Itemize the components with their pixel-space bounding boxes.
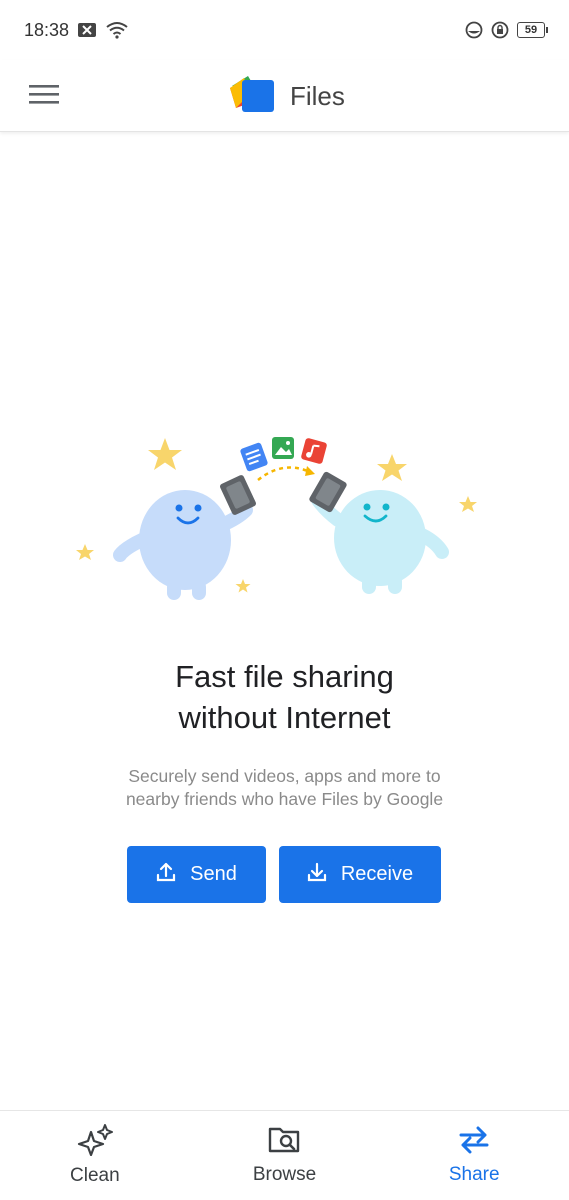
sparkle-icon [76,1124,114,1161]
rotation-lock-icon [491,21,509,39]
do-not-disturb-icon [465,21,483,39]
battery-level: 59 [524,24,538,36]
nav-label-share: Share [448,1164,500,1185]
send-button[interactable]: Send [127,846,266,903]
upload-icon [156,862,176,888]
status-bar: 18:38 59 [0,0,569,60]
share-illustration [70,430,490,600]
close-notification-icon [77,22,97,38]
wifi-icon [105,21,129,39]
bottom-navigation: Clean Browse Share [0,1110,569,1200]
clock: 18:38 [24,19,70,40]
status-right: 59 [465,21,548,39]
action-buttons: Send Receive [127,846,441,903]
nav-item-clean[interactable]: Clean [0,1111,190,1200]
app-title-group: Files [228,70,345,122]
headline-line-2: without Internet [178,700,391,735]
nav-item-browse[interactable]: Browse [190,1111,380,1200]
description-line-2: nearby friends who have Files by Google [125,789,444,809]
left-character [113,490,253,600]
nav-label-browse: Browse [252,1164,317,1185]
headline-line-1: Fast file sharing [175,659,394,694]
description-line-1: Securely send videos, apps and more to [128,766,441,786]
menu-button[interactable] [22,74,66,118]
headline: Fast file sharing without Internet [0,656,569,738]
app-bar: Files [0,60,569,132]
download-icon [307,862,327,888]
hamburger-menu-icon [29,83,59,110]
status-left: 18:38 [24,20,129,41]
right-character [311,490,449,594]
swap-arrows-icon [457,1125,491,1160]
screen: 18:38 59 Files Fast file sharing without… [0,0,569,1200]
transfer-arc [257,466,311,481]
document-icon [240,442,268,472]
music-icon [301,438,327,464]
send-button-label: Send [190,863,237,885]
image-icon [272,437,294,459]
receive-button[interactable]: Receive [279,846,441,903]
description: Securely send videos, apps and more to n… [0,765,569,811]
battery-icon: 59 [517,22,548,38]
folder-search-icon [268,1125,302,1160]
receive-button-label: Receive [340,863,414,885]
app-title: Files [290,80,345,111]
nav-item-share[interactable]: Share [379,1111,569,1200]
nav-label-clean: Clean [70,1165,120,1186]
phone-icon [220,471,347,515]
files-by-google-logo [228,74,276,119]
